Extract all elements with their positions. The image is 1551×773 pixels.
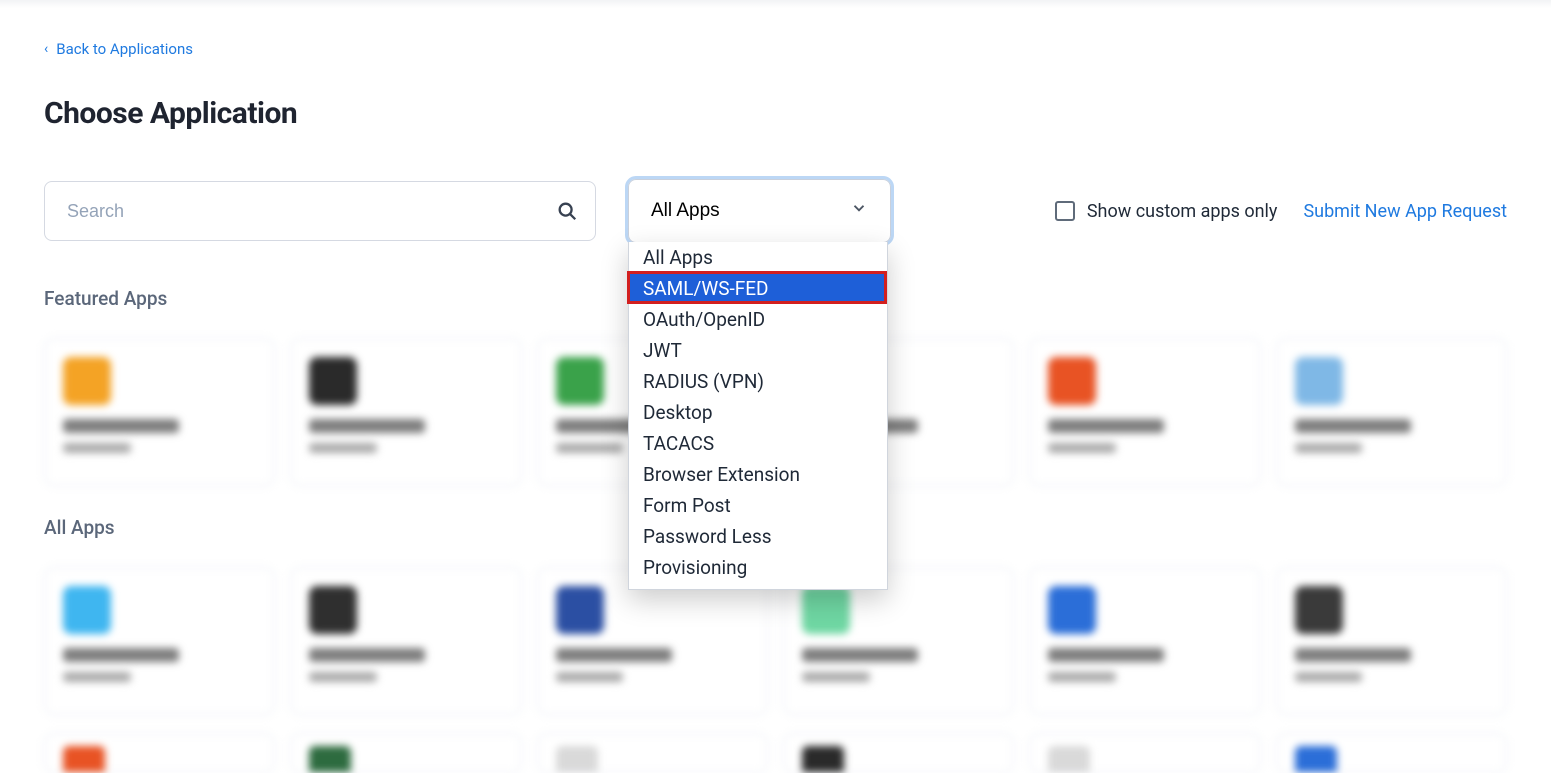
app-icon xyxy=(63,746,105,772)
app-card[interactable] xyxy=(783,733,1014,773)
app-category xyxy=(1295,672,1363,682)
app-card[interactable] xyxy=(290,733,521,773)
dropdown-option[interactable]: All Apps xyxy=(629,242,887,273)
app-category xyxy=(1295,443,1363,453)
dropdown-option[interactable]: RADIUS (VPN) xyxy=(629,366,887,397)
app-category xyxy=(556,443,624,453)
dropdown-option[interactable]: Form Post xyxy=(629,490,887,521)
app-card[interactable] xyxy=(1276,338,1507,486)
app-card[interactable] xyxy=(1029,567,1260,715)
app-card[interactable] xyxy=(290,338,521,486)
app-icon xyxy=(1295,746,1337,772)
app-icon xyxy=(63,586,111,634)
app-card[interactable] xyxy=(1276,567,1507,715)
app-icon xyxy=(1295,586,1343,634)
app-category xyxy=(802,672,870,682)
app-category xyxy=(1048,672,1116,682)
app-name xyxy=(309,419,425,433)
app-card[interactable] xyxy=(44,567,275,715)
checkbox-icon xyxy=(1055,201,1075,221)
app-icon xyxy=(802,746,844,772)
dropdown-option[interactable]: SAML/WS-FED xyxy=(629,273,887,304)
app-icon xyxy=(1048,357,1096,405)
app-icon xyxy=(556,586,604,634)
controls-row: All Apps All AppsSAML/WS-FEDOAuth/OpenID… xyxy=(44,179,1507,243)
app-icon xyxy=(309,357,357,405)
checkbox-label: Show custom apps only xyxy=(1087,201,1278,222)
app-card[interactable] xyxy=(44,338,275,486)
app-icon xyxy=(1048,746,1090,772)
app-type-dropdown-menu: All AppsSAML/WS-FEDOAuth/OpenIDJWTRADIUS… xyxy=(628,242,888,590)
dropdown-selected-label: All Apps xyxy=(651,200,720,222)
app-name xyxy=(802,648,918,662)
app-category xyxy=(556,672,624,682)
dropdown-option[interactable]: TACACS xyxy=(629,428,887,459)
app-icon xyxy=(1295,357,1343,405)
dropdown-option[interactable]: OAuth/OpenID xyxy=(629,304,887,335)
search-icon xyxy=(556,200,578,222)
app-icon xyxy=(1048,586,1096,634)
app-card[interactable] xyxy=(1029,733,1260,773)
submit-new-app-request-link[interactable]: Submit New App Request xyxy=(1303,201,1507,222)
app-category xyxy=(63,443,131,453)
page-title: Choose Application xyxy=(44,96,1507,131)
chevron-left-icon: ‹ xyxy=(44,41,48,57)
app-name xyxy=(63,648,179,662)
show-custom-apps-checkbox[interactable]: Show custom apps only xyxy=(1055,201,1278,222)
dropdown-option[interactable]: Desktop xyxy=(629,397,887,428)
app-name xyxy=(1295,419,1411,433)
search-wrap xyxy=(44,181,596,241)
app-icon xyxy=(802,586,850,634)
dropdown-option[interactable]: Password Less xyxy=(629,521,887,552)
app-name xyxy=(63,419,179,433)
app-card[interactable] xyxy=(1029,338,1260,486)
window-top-accent xyxy=(0,0,1551,8)
dropdown-option[interactable]: Browser Extension xyxy=(629,459,887,490)
app-type-dropdown-button[interactable]: All Apps xyxy=(628,179,891,243)
app-card[interactable] xyxy=(1276,733,1507,773)
back-link-label: Back to Applications xyxy=(56,40,193,58)
app-category xyxy=(63,672,131,682)
app-card[interactable] xyxy=(44,733,275,773)
app-icon xyxy=(556,357,604,405)
app-name xyxy=(1048,419,1164,433)
app-icon xyxy=(63,357,111,405)
all-apps-row-partial xyxy=(44,733,1507,773)
submit-link-label: Submit New App Request xyxy=(1303,201,1507,222)
dropdown-option[interactable]: Provisioning xyxy=(629,552,887,583)
app-name xyxy=(556,648,672,662)
chevron-down-icon xyxy=(850,199,868,223)
app-name xyxy=(309,648,425,662)
app-category xyxy=(309,443,377,453)
app-category xyxy=(309,672,377,682)
app-type-dropdown[interactable]: All Apps All AppsSAML/WS-FEDOAuth/OpenID… xyxy=(628,179,891,243)
back-to-applications-link[interactable]: ‹ Back to Applications xyxy=(44,40,193,58)
app-card[interactable] xyxy=(290,567,521,715)
dropdown-option[interactable]: JWT xyxy=(629,335,887,366)
app-name xyxy=(1048,648,1164,662)
app-icon xyxy=(309,746,351,772)
app-category xyxy=(1048,443,1116,453)
app-card[interactable] xyxy=(537,733,768,773)
right-controls: Show custom apps only Submit New App Req… xyxy=(1055,201,1507,222)
app-icon xyxy=(309,586,357,634)
search-input[interactable] xyxy=(44,181,596,241)
app-name xyxy=(1295,648,1411,662)
app-icon xyxy=(556,746,598,772)
